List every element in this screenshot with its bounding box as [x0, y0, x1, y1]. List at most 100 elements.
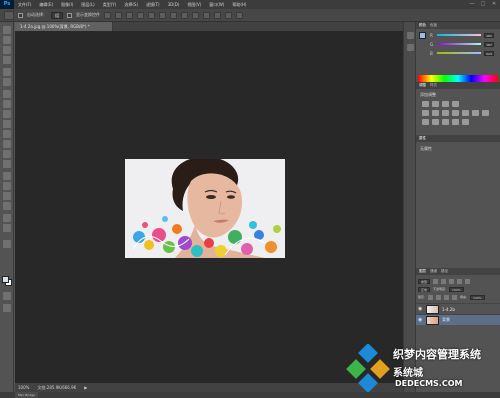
close-button[interactable]: ✕	[490, 1, 498, 7]
menu-select[interactable]: 选择(S)	[120, 2, 142, 8]
align-vcenter-icon[interactable]	[115, 11, 122, 19]
lock-transparency-icon[interactable]	[428, 294, 434, 300]
history-panel-icon[interactable]	[407, 32, 414, 39]
menu-file[interactable]: 文件(F)	[14, 2, 35, 8]
posterize-icon[interactable]	[432, 119, 439, 125]
minimize-button[interactable]: —	[468, 1, 476, 7]
layer-kind-dropdown[interactable]: 类型	[418, 278, 431, 284]
clone-stamp-tool-icon[interactable]	[3, 110, 11, 118]
lasso-tool-icon[interactable]	[3, 46, 11, 54]
blur-tool-icon[interactable]	[3, 150, 11, 158]
quick-mask-icon[interactable]	[3, 292, 11, 300]
layer-row[interactable]: ◉ 1-4.2b	[416, 303, 500, 314]
brightness-icon[interactable]	[422, 101, 429, 107]
photo-filter-icon[interactable]	[462, 110, 469, 116]
tab-swatches[interactable]: 色板	[430, 23, 437, 28]
status-arrow-icon[interactable]: ▶	[84, 385, 87, 390]
eraser-tool-icon[interactable]	[3, 130, 11, 138]
history-brush-tool-icon[interactable]	[3, 120, 11, 128]
align-right-icon[interactable]	[159, 11, 166, 19]
filter-adjust-icon[interactable]	[441, 278, 447, 284]
align-bottom-icon[interactable]	[126, 11, 133, 19]
tab-styles[interactable]: 样式	[430, 83, 437, 88]
lock-position-icon[interactable]	[444, 294, 450, 300]
auto-select-dropdown[interactable]: 组	[51, 11, 63, 19]
menu-edit[interactable]: 编辑(E)	[35, 2, 57, 8]
color-balance-icon[interactable]	[442, 110, 449, 116]
move-tool-icon[interactable]	[3, 26, 11, 34]
align-hcenter-icon[interactable]	[148, 11, 155, 19]
screen-mode-icon[interactable]	[3, 304, 11, 312]
tab-properties[interactable]: 属性	[419, 136, 426, 141]
properties-panel-icon[interactable]	[407, 44, 414, 51]
document-image[interactable]	[125, 159, 285, 258]
auto-select-checkbox[interactable]	[18, 12, 23, 18]
healing-brush-tool-icon[interactable]	[3, 90, 11, 98]
menu-image[interactable]: 图像(I)	[57, 2, 77, 8]
pen-tool-icon[interactable]	[3, 172, 11, 180]
distribute-top-icon[interactable]	[170, 11, 177, 19]
threshold-icon[interactable]	[442, 119, 449, 125]
maximize-button[interactable]: □	[479, 1, 487, 7]
g-track[interactable]	[437, 43, 481, 45]
slider-r[interactable]: R 161	[430, 32, 494, 38]
layer-name[interactable]: 背景	[442, 317, 450, 323]
visibility-eye-icon[interactable]: ◉	[418, 317, 423, 323]
opacity-field[interactable]: 100%	[449, 286, 464, 292]
tab-adjustments[interactable]: 调整	[419, 83, 426, 88]
color-spectrum[interactable]	[418, 75, 498, 82]
color-lookup-icon[interactable]	[482, 110, 489, 116]
auto-align-icon[interactable]	[236, 11, 243, 19]
distribute-hcenter-icon[interactable]	[214, 11, 221, 19]
fill-field[interactable]: 100%	[470, 294, 485, 300]
slider-b[interactable]: B 224	[430, 50, 494, 56]
gradient-map-icon[interactable]	[462, 119, 469, 125]
align-top-icon[interactable]	[104, 11, 111, 19]
selective-color-icon[interactable]	[452, 119, 459, 125]
blend-mode-dropdown[interactable]: 正常	[418, 286, 431, 292]
document-tab[interactable]: 1-4 2a.jpg @ 100%(背景, RGB/8*) *	[15, 22, 113, 31]
zoom-level[interactable]: 100%	[18, 385, 29, 390]
menu-filter[interactable]: 滤镜(T)	[142, 2, 164, 8]
distribute-bottom-icon[interactable]	[192, 11, 199, 19]
brush-tool-icon[interactable]	[3, 100, 11, 108]
r-track[interactable]	[437, 34, 481, 36]
menu-type[interactable]: 类型(Y)	[99, 2, 121, 8]
marquee-tool-icon[interactable]	[3, 36, 11, 44]
crop-tool-icon[interactable]	[3, 68, 11, 76]
type-tool-icon[interactable]	[3, 182, 11, 190]
tab-color[interactable]: 颜色	[419, 23, 426, 28]
menu-help[interactable]: 帮助(H)	[228, 2, 250, 8]
visibility-eye-icon[interactable]: ◉	[418, 306, 423, 312]
move-tool-preset-icon[interactable]	[4, 10, 14, 20]
zoom-tool-icon[interactable]	[3, 224, 11, 232]
black-white-icon[interactable]	[452, 110, 459, 116]
hue-saturation-icon[interactable]	[432, 110, 439, 116]
invert-icon[interactable]	[422, 119, 429, 125]
gradient-tool-icon[interactable]	[3, 140, 11, 148]
filter-pixel-icon[interactable]	[433, 278, 439, 284]
distribute-right-icon[interactable]	[225, 11, 232, 19]
align-left-icon[interactable]	[137, 11, 144, 19]
menu-window[interactable]: 窗口(W)	[205, 2, 228, 8]
filter-smart-icon[interactable]	[465, 278, 471, 284]
filter-shape-icon[interactable]	[457, 278, 463, 284]
filter-type-icon[interactable]	[449, 278, 455, 284]
distribute-left-icon[interactable]	[203, 11, 210, 19]
tab-channels[interactable]: 通道	[430, 269, 437, 274]
vibrance-icon[interactable]	[422, 110, 429, 116]
eyedropper-tool-icon[interactable]	[3, 78, 11, 86]
layer-name[interactable]: 1-4.2b	[442, 307, 455, 312]
levels-icon[interactable]	[432, 101, 439, 107]
default-colors-icon[interactable]	[3, 240, 11, 248]
exposure-icon[interactable]	[452, 101, 459, 107]
menu-3d[interactable]: 3D(D)	[164, 2, 184, 7]
channel-mixer-icon[interactable]	[472, 110, 479, 116]
tab-paths[interactable]: 路径	[441, 269, 448, 274]
b-track[interactable]	[437, 52, 481, 54]
slider-g[interactable]: G 187	[430, 41, 494, 47]
dodge-tool-icon[interactable]	[3, 160, 11, 168]
tab-layers[interactable]: 图层	[419, 269, 426, 274]
curves-icon[interactable]	[442, 101, 449, 107]
lock-all-icon[interactable]	[452, 294, 458, 300]
